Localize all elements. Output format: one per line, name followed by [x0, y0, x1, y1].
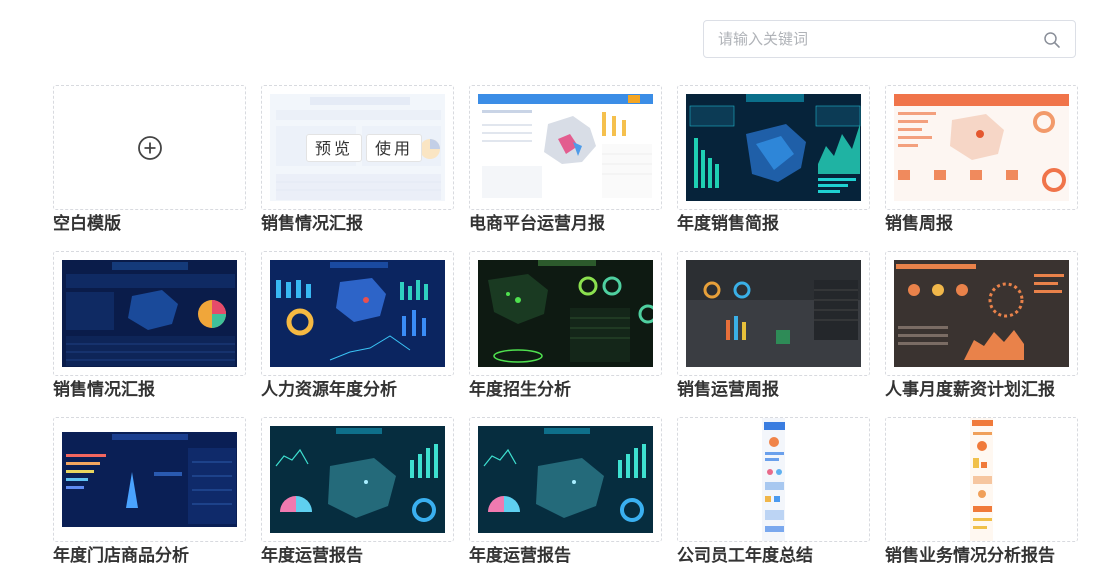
template-card[interactable]: 年度运营报告 [469, 417, 662, 567]
template-preview-image [62, 260, 237, 367]
template-label: 电商平台运营月报 [469, 214, 605, 234]
template-label: 销售业务情况分析报告 [885, 546, 1055, 566]
template-thumbnail[interactable] [53, 251, 246, 376]
template-thumbnail[interactable] [469, 85, 662, 210]
template-card[interactable]: 年度门店商品分析 [53, 417, 246, 567]
template-card[interactable]: 年度运营报告 [261, 417, 454, 567]
template-preview-image [686, 260, 861, 367]
use-button[interactable]: 使用 [366, 134, 422, 162]
template-label: 人事月度薪资计划汇报 [885, 380, 1055, 400]
template-thumbnail[interactable] [53, 85, 246, 210]
template-card[interactable]: 公司员工年度总结 [677, 417, 870, 567]
template-label: 销售情况汇报 [53, 380, 155, 400]
template-preview-image [62, 432, 237, 527]
template-label: 年度运营报告 [469, 546, 571, 566]
template-label: 销售运营周报 [677, 380, 779, 400]
template-thumbnail[interactable] [469, 251, 662, 376]
template-thumbnail[interactable] [885, 251, 1078, 376]
template-preview-image [894, 94, 1069, 201]
template-preview-image [478, 260, 653, 367]
template-thumbnail[interactable] [53, 417, 246, 542]
template-thumbnail[interactable] [469, 417, 662, 542]
add-circle-icon[interactable] [137, 135, 163, 161]
template-preview-image [270, 426, 445, 533]
template-preview-image [762, 418, 785, 541]
template-label: 年度销售简报 [677, 214, 779, 234]
search-icon[interactable] [1043, 31, 1061, 49]
template-thumbnail[interactable] [885, 417, 1078, 542]
template-card[interactable]: 销售业务情况分析报告 [885, 417, 1078, 567]
template-thumbnail[interactable] [677, 251, 870, 376]
template-preview-image [686, 94, 861, 201]
template-card[interactable]: 电商平台运营月报 [469, 85, 662, 235]
template-label: 年度运营报告 [261, 546, 363, 566]
template-label: 销售周报 [885, 214, 953, 234]
template-label: 空白模版 [53, 214, 121, 234]
template-label: 销售情况汇报 [261, 214, 363, 234]
search-input[interactable] [704, 21, 1048, 57]
template-card[interactable]: 销售运营周报 [677, 251, 870, 401]
template-label: 年度门店商品分析 [53, 546, 189, 566]
template-card-blank[interactable]: 空白模版 [53, 85, 246, 235]
template-card[interactable]: 销售周报 [885, 85, 1078, 235]
template-card[interactable]: 预览 使用 销售情况汇报 [261, 85, 454, 235]
template-thumbnail[interactable] [885, 85, 1078, 210]
template-card[interactable]: 年度招生分析 [469, 251, 662, 401]
template-card[interactable]: 销售情况汇报 [53, 251, 246, 401]
template-label: 公司员工年度总结 [677, 546, 813, 566]
search-box[interactable] [703, 20, 1076, 58]
template-card[interactable]: 人事月度薪资计划汇报 [885, 251, 1078, 401]
template-thumbnail[interactable]: 预览 使用 [261, 85, 454, 210]
template-label: 人力资源年度分析 [261, 380, 397, 400]
template-thumbnail[interactable] [261, 417, 454, 542]
hover-actions: 预览 使用 [306, 134, 422, 162]
preview-button[interactable]: 预览 [306, 134, 362, 162]
template-thumbnail[interactable] [677, 85, 870, 210]
template-card[interactable]: 年度销售简报 [677, 85, 870, 235]
template-preview-image [270, 260, 445, 367]
template-thumbnail[interactable] [677, 417, 870, 542]
template-preview-image [478, 94, 653, 201]
template-preview-image [894, 260, 1069, 367]
template-thumbnail[interactable] [261, 251, 454, 376]
template-label: 年度招生分析 [469, 380, 571, 400]
template-card[interactable]: 人力资源年度分析 [261, 251, 454, 401]
template-preview-image [970, 418, 993, 541]
template-preview-image [478, 426, 653, 533]
